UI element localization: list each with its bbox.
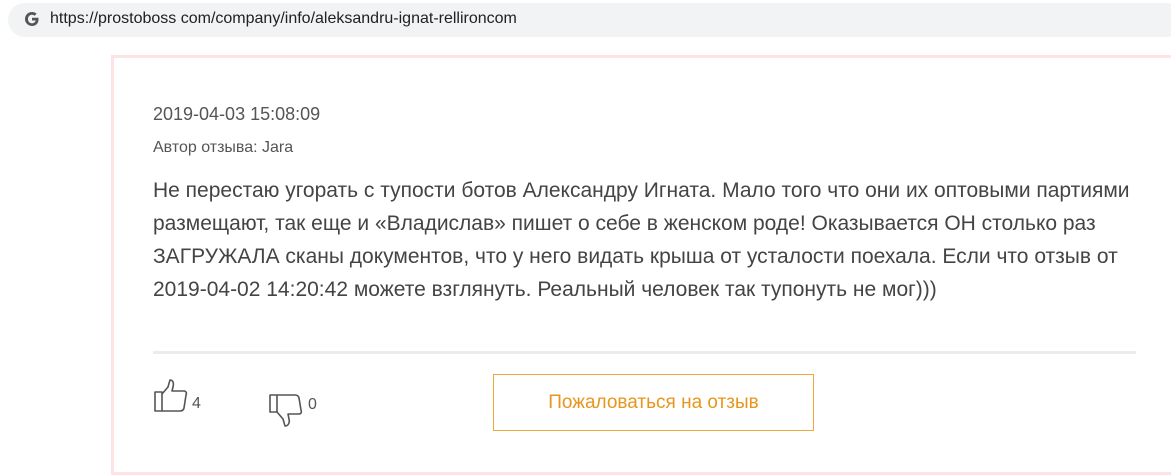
browser-address-bar: https://prostoboss com/company/info/alek… bbox=[0, 0, 1171, 40]
review-text: Не перестаю угорать с тупости ботов Алек… bbox=[153, 179, 1130, 301]
divider bbox=[153, 351, 1136, 354]
complain-button[interactable]: Пожаловаться на отзыв bbox=[493, 374, 814, 431]
like-button[interactable]: 4 bbox=[153, 378, 208, 418]
dislike-count: 0 bbox=[308, 396, 317, 413]
thumbs-down-icon bbox=[269, 394, 303, 427]
dislike-button[interactable]: 0 bbox=[268, 392, 328, 428]
review-date: 2019-04-03 15:08:09 bbox=[153, 104, 321, 124]
review-author: Автор отзыва: Jara bbox=[153, 139, 294, 156]
google-g-icon bbox=[24, 11, 40, 27]
url-text[interactable]: https://prostoboss com/company/info/alek… bbox=[50, 10, 517, 28]
thumbs-up-icon bbox=[154, 379, 188, 412]
like-count: 4 bbox=[192, 395, 201, 412]
